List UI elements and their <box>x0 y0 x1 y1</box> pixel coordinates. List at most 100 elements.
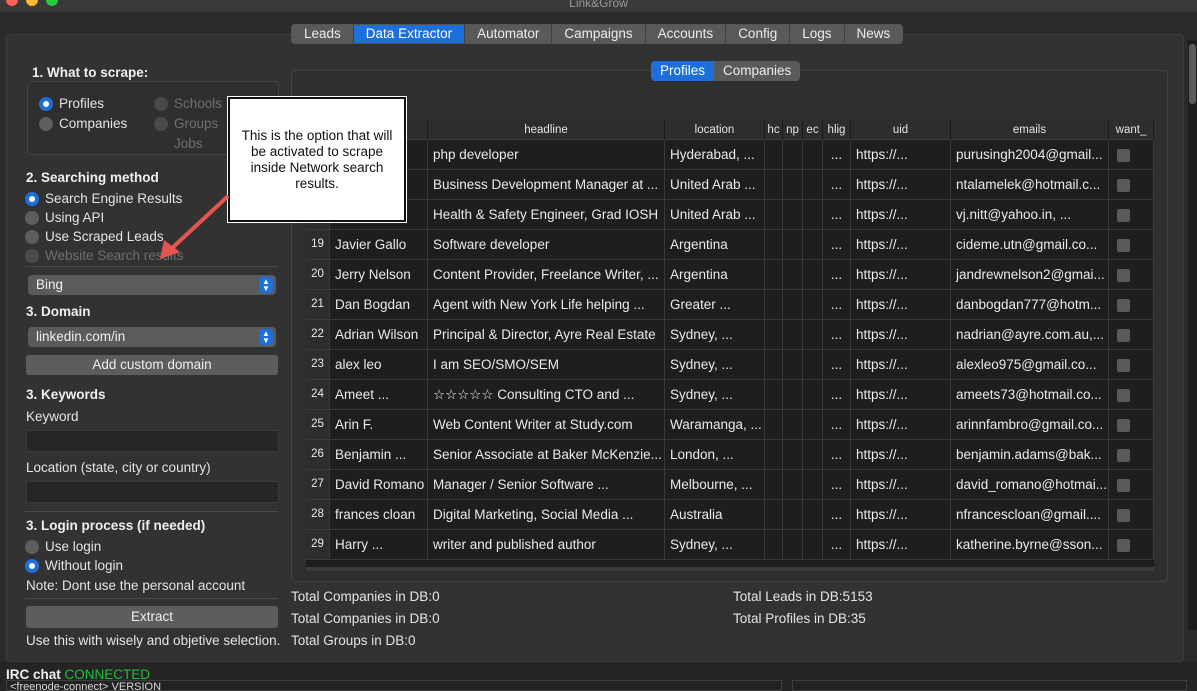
cell-np[interactable] <box>783 440 803 469</box>
add-custom-domain-button[interactable]: Add custom domain <box>26 355 278 375</box>
cell-hc[interactable] <box>765 530 783 559</box>
cell-hc[interactable] <box>765 350 783 379</box>
row-number[interactable]: 22 <box>306 320 330 349</box>
cell-hc[interactable] <box>765 470 783 499</box>
cell-np[interactable] <box>783 230 803 259</box>
cell-uid[interactable]: https://... <box>851 200 951 229</box>
location-input[interactable] <box>26 481 279 503</box>
cell-location[interactable]: United Arab ... <box>665 170 765 199</box>
cell-headline[interactable]: Health & Safety Engineer, Grad IOSH <box>428 200 665 229</box>
extract-button[interactable]: Extract <box>26 606 278 628</box>
cell-np[interactable] <box>783 380 803 409</box>
cell-name[interactable]: Benjamin ... <box>330 440 428 469</box>
table-row[interactable]: 24 Ameet ... ☆☆☆☆☆ Consulting CTO and ... S… <box>306 380 1154 410</box>
cell-headline[interactable]: Agent with New York Life helping ... <box>428 290 665 319</box>
cell-uid[interactable]: https://... <box>851 470 951 499</box>
cell-headline[interactable]: Senior Associate at Baker McKenzie... <box>428 440 665 469</box>
cell-hc[interactable] <box>765 500 783 529</box>
row-number[interactable]: 27 <box>306 470 330 499</box>
want-checkbox[interactable] <box>1117 328 1130 342</box>
table-row[interactable]: 22 Adrian Wilson Principal & Director, Ayr… <box>306 320 1154 350</box>
scrape-groups-option[interactable]: Groups <box>154 114 218 133</box>
cell-ec[interactable] <box>803 410 823 439</box>
cell-name[interactable]: Harry ... <box>330 530 428 559</box>
scrape-schools-option[interactable]: Schools <box>154 94 222 113</box>
cell-hlig[interactable]: ... <box>823 140 851 169</box>
table-row[interactable]: 29 Harry ... writer and published author Sy… <box>306 530 1154 560</box>
cell-name[interactable]: frances cloan <box>330 500 428 529</box>
cell-location[interactable]: Melbourne, ... <box>665 470 765 499</box>
cell-hlig[interactable]: ... <box>823 290 851 319</box>
cell-email[interactable]: cideme.utn@gmail.co... <box>951 230 1109 259</box>
cell-ec[interactable] <box>803 530 823 559</box>
window-scrollbar-thumb[interactable] <box>1189 44 1196 104</box>
cell-np[interactable] <box>783 530 803 559</box>
want-checkbox[interactable] <box>1117 508 1130 522</box>
want-checkbox[interactable] <box>1117 238 1130 252</box>
tab-logs[interactable]: Logs <box>790 25 845 43</box>
cell-location[interactable]: Argentina <box>665 260 765 289</box>
cell-hlig[interactable]: ... <box>823 440 851 469</box>
cell-headline[interactable]: Web Content Writer at Study.com <box>428 410 665 439</box>
cell-np[interactable] <box>783 320 803 349</box>
cell-hc[interactable] <box>765 230 783 259</box>
cell-hlig[interactable]: ... <box>823 530 851 559</box>
want-checkbox[interactable] <box>1117 538 1130 552</box>
tab-companies[interactable]: Companies <box>714 61 800 81</box>
table-row[interactable]: 21 Dan Bogdan Agent with New York Life hel… <box>306 290 1154 320</box>
col-header-headline[interactable]: headline <box>428 120 665 140</box>
table-horizontal-scrollbar[interactable] <box>306 567 1154 571</box>
cell-np[interactable] <box>783 200 803 229</box>
row-number[interactable]: 29 <box>306 530 330 559</box>
cell-ec[interactable] <box>803 500 823 529</box>
cell-hc[interactable] <box>765 260 783 289</box>
col-header-hc[interactable]: hc <box>765 120 783 140</box>
cell-location[interactable]: Sydney, ... <box>665 350 765 379</box>
col-header-location[interactable]: location <box>665 120 765 140</box>
cell-np[interactable] <box>783 410 803 439</box>
cell-hc[interactable] <box>765 440 783 469</box>
cell-uid[interactable]: https://... <box>851 140 951 169</box>
row-number[interactable]: 28 <box>306 500 330 529</box>
table-row[interactable]: 25 Arin F. Web Content Writer at Study.com… <box>306 410 1154 440</box>
tab-config[interactable]: Config <box>726 25 791 43</box>
row-number[interactable]: 23 <box>306 350 330 379</box>
cell-ec[interactable] <box>803 440 823 469</box>
cell-ec[interactable] <box>803 380 823 409</box>
tab-campaigns[interactable]: Campaigns <box>552 25 646 43</box>
cell-location[interactable]: Sydney, ... <box>665 530 765 559</box>
scrape-jobs-option[interactable]: Jobs <box>154 134 203 153</box>
cell-email[interactable]: ntalamelek@hotmail.c... <box>951 170 1109 199</box>
cell-headline[interactable]: php developer <box>428 140 665 169</box>
col-header-uid[interactable]: uid <box>851 120 951 140</box>
cell-ec[interactable] <box>803 140 823 169</box>
cell-email[interactable]: benjamin.adams@bak... <box>951 440 1109 469</box>
cell-email[interactable]: vj.nitt@yahoo.in, ... <box>951 200 1109 229</box>
cell-ec[interactable] <box>803 350 823 379</box>
cell-email[interactable]: david_romano@hotmai... <box>951 470 1109 499</box>
cell-hlig[interactable]: ... <box>823 470 851 499</box>
col-header-np[interactable]: np <box>783 120 803 140</box>
cell-uid[interactable]: https://... <box>851 440 951 469</box>
cell-ec[interactable] <box>803 290 823 319</box>
want-checkbox[interactable] <box>1117 178 1130 192</box>
use-login-option[interactable]: Use login <box>25 537 101 556</box>
tab-profiles[interactable]: Profiles <box>651 61 715 81</box>
cell-ec[interactable] <box>803 320 823 349</box>
cell-uid[interactable]: https://... <box>851 500 951 529</box>
without-login-option[interactable]: Without login <box>25 556 123 575</box>
want-checkbox[interactable] <box>1117 208 1130 222</box>
cell-headline[interactable]: Business Development Manager at ... <box>428 170 665 199</box>
window-scrollbar[interactable] <box>1188 40 1197 630</box>
cell-np[interactable] <box>783 470 803 499</box>
scrape-profiles-option[interactable]: Profiles <box>39 94 104 113</box>
cell-uid[interactable]: https://... <box>851 410 951 439</box>
cell-uid[interactable]: https://... <box>851 230 951 259</box>
col-header-want[interactable]: want_ <box>1109 120 1154 140</box>
cell-hc[interactable] <box>765 140 783 169</box>
cell-hc[interactable] <box>765 200 783 229</box>
search-engine-select[interactable]: Bing ▲ ▼ <box>28 275 276 295</box>
cell-location[interactable]: Hyderabad, ... <box>665 140 765 169</box>
tab-data-extractor[interactable]: Data Extractor <box>353 25 466 43</box>
method-using-api-option[interactable]: Using API <box>25 208 104 227</box>
